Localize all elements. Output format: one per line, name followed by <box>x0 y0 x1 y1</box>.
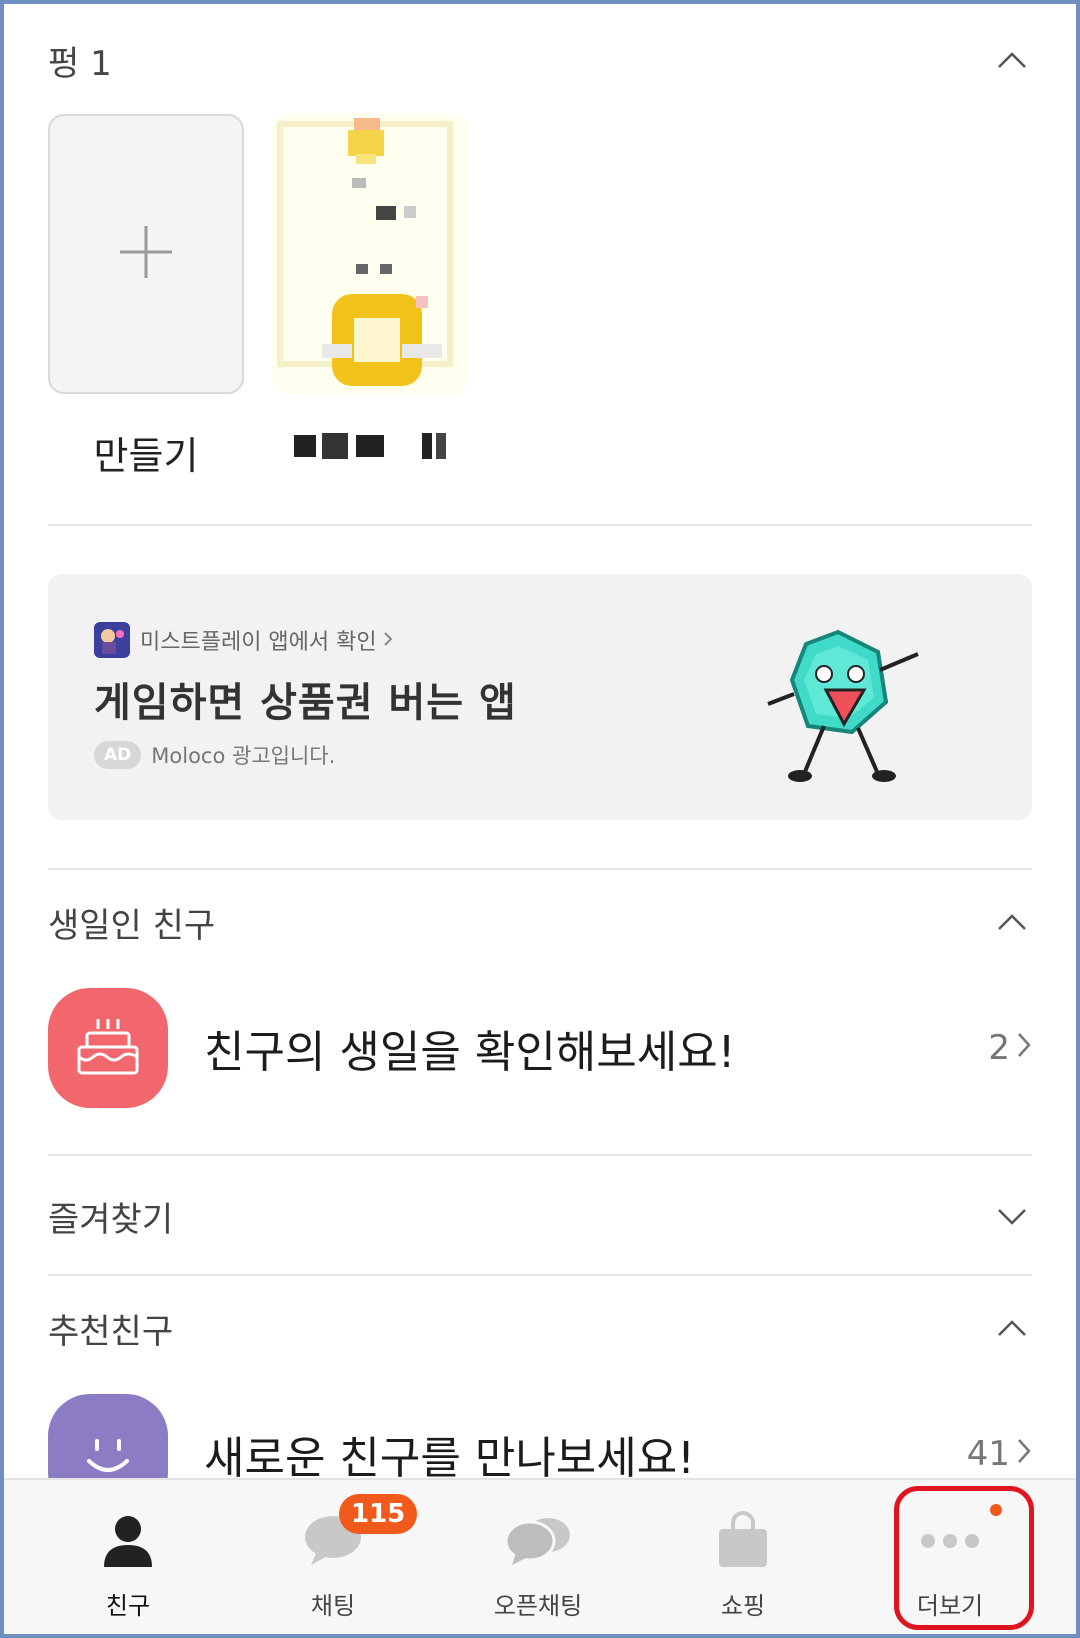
chevron-up-icon[interactable] <box>992 40 1032 80</box>
chats-unread-badge: 115 <box>339 1494 418 1534</box>
recommended-count: 41 <box>967 1434 1032 1474</box>
favorites-section-title: 즐겨찾기 <box>48 1199 174 1240</box>
ad-source-text: 미스트플레이 앱에서 확인 <box>140 630 377 655</box>
mistplay-app-icon <box>94 622 130 658</box>
smile-face-icon <box>48 1394 168 1478</box>
open-chat-bubbles-icon <box>498 1506 578 1576</box>
tab-chats[interactable]: 115 채팅 <box>243 1480 423 1636</box>
gem-mascot-illustration <box>728 614 948 794</box>
pung-section-title: 펑 1 <box>48 43 112 84</box>
birthday-count: 2 <box>988 1028 1032 1068</box>
more-dots-icon <box>910 1506 990 1576</box>
birthday-row-text: 친구의 생일을 확인해보세요! <box>204 1027 736 1078</box>
ad-badge: AD <box>94 741 142 769</box>
ad-title: 게임하면 상품권 버는 앱 <box>94 680 517 726</box>
tab-openchat-label: 오픈채팅 <box>493 1592 583 1620</box>
tab-chats-label: 채팅 <box>310 1592 356 1620</box>
recommended-section-header[interactable]: 추천친구 <box>48 1298 1032 1358</box>
chevron-up-icon[interactable] <box>992 902 1032 942</box>
chevron-up-icon[interactable] <box>992 1308 1032 1348</box>
shopping-bag-icon <box>703 1506 783 1576</box>
pung-pixelated-image <box>272 114 468 394</box>
tab-shopping-label: 쇼핑 <box>720 1592 766 1620</box>
recommended-count-value: 41 <box>966 1434 1010 1474</box>
tab-shopping[interactable]: 쇼핑 <box>653 1480 833 1636</box>
divider <box>48 1154 1032 1156</box>
recommended-row-text: 새로운 친구를 만나보세요! <box>204 1433 695 1478</box>
pung-thumbnail[interactable] <box>272 114 468 394</box>
ad-disclaimer-text: Moloco 광고입니다. <box>151 744 336 768</box>
divider <box>48 868 1032 870</box>
birthday-row[interactable]: 친구의 생일을 확인해보세요! 2 <box>48 988 1032 1108</box>
chevron-down-icon[interactable] <box>992 1196 1032 1236</box>
chevron-right-icon <box>383 628 393 653</box>
birthday-section-title: 생일인 친구 <box>48 905 216 946</box>
create-pung-button[interactable] <box>48 114 244 394</box>
recommended-section-title: 추천친구 <box>48 1311 174 1352</box>
plus-icon <box>116 222 176 286</box>
tab-friends-label: 친구 <box>105 1592 151 1620</box>
more-notification-dot <box>990 1504 1002 1516</box>
pung-section-header[interactable]: 펑 1 <box>48 30 1032 90</box>
tab-more-label: 더보기 <box>916 1592 984 1620</box>
tab-openchat[interactable]: 오픈채팅 <box>448 1480 628 1636</box>
birthday-count-value: 2 <box>988 1028 1010 1068</box>
favorites-section-header[interactable]: 즐겨찾기 <box>48 1186 1032 1246</box>
ad-banner[interactable]: 미스트플레이 앱에서 확인 게임하면 상품권 버는 앱 AD Moloco 광고… <box>48 574 1032 820</box>
recommended-row[interactable]: 새로운 친구를 만나보세요! 41 <box>48 1394 1032 1478</box>
create-pung-label: 만들기 <box>93 434 199 478</box>
ad-disclaimer: AD Moloco 광고입니다. <box>94 740 335 770</box>
chevron-right-icon <box>1010 1028 1032 1068</box>
birthday-cake-icon <box>48 988 168 1108</box>
chevron-right-icon <box>1010 1434 1032 1474</box>
tab-more[interactable]: 더보기 <box>860 1480 1040 1636</box>
tab-friends[interactable]: 친구 <box>38 1480 218 1636</box>
birthday-section-header[interactable]: 생일인 친구 <box>48 892 1032 952</box>
divider <box>48 1274 1032 1276</box>
person-icon <box>88 1506 168 1576</box>
ad-source-link[interactable]: 미스트플레이 앱에서 확인 <box>94 622 393 658</box>
pung-label-redacted <box>272 425 468 469</box>
bottom-tab-bar: 친구 115 채팅 오픈채팅 쇼핑 더보기 <box>0 1478 1080 1638</box>
friends-list[interactable]: 펑 1 만들기 미스트플레이 앱에서 확인 게임하면 상품권 버는 앱 AD M… <box>0 0 1080 1478</box>
divider <box>48 524 1032 526</box>
